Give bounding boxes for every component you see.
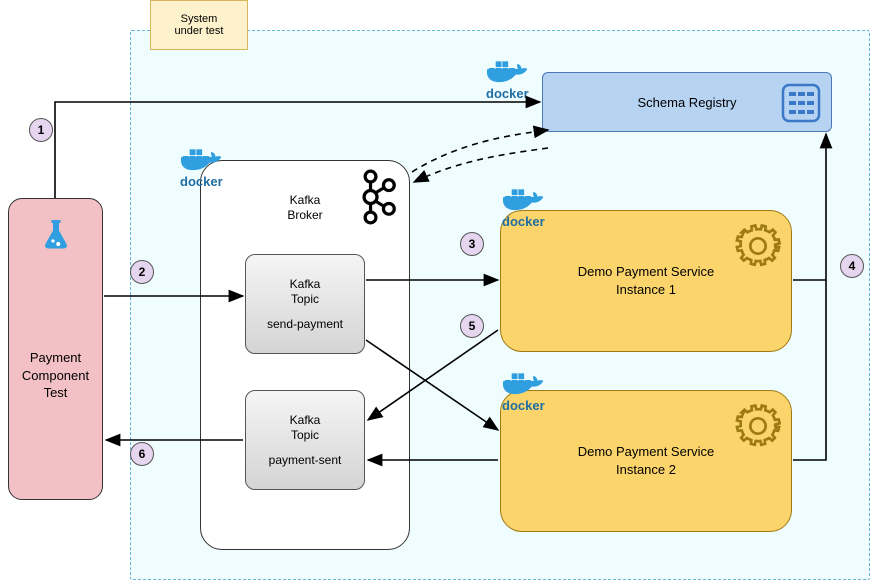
diagram-canvas: System under test Payment Component Test… xyxy=(0,0,881,588)
kafka-topic-send-payment: Kafka Topic send-payment xyxy=(245,254,365,354)
docker-label: docker xyxy=(486,86,529,101)
topic-label: Kafka Topic xyxy=(290,277,321,307)
demo-payment-service-1: Demo Payment Service Instance 1 xyxy=(500,210,792,352)
database-grid-icon xyxy=(781,83,821,123)
topic-name: payment-sent xyxy=(269,453,342,467)
svc1-label: Demo Payment Service Instance 1 xyxy=(578,263,715,298)
kafka-topic-payment-sent: Kafka Topic payment-sent xyxy=(245,390,365,490)
topic-label: Kafka Topic xyxy=(290,413,321,443)
step-badge-3: 3 xyxy=(460,232,484,256)
step-badge-2: 2 xyxy=(130,260,154,284)
kafka-icon xyxy=(355,169,399,225)
step-badge-5: 5 xyxy=(460,314,484,338)
docker-label: docker xyxy=(180,174,223,189)
kafka-broker-box: Kafka Broker xyxy=(200,160,410,550)
gear-icon xyxy=(735,223,781,269)
flask-icon xyxy=(38,217,74,253)
sut-note-text: System under test xyxy=(175,13,224,37)
step-badge-6: 6 xyxy=(130,442,154,466)
schema-registry-box: Schema Registry xyxy=(542,72,832,132)
topic-name: send-payment xyxy=(267,317,343,331)
svc2-label: Demo Payment Service Instance 2 xyxy=(578,443,715,478)
payment-component-test-box: Payment Component Test xyxy=(8,198,103,500)
pct-label: Payment Component Test xyxy=(22,349,89,402)
gear-icon xyxy=(735,403,781,449)
docker-label: docker xyxy=(502,214,545,229)
docker-label: docker xyxy=(502,398,545,413)
schema-registry-label: Schema Registry xyxy=(638,95,737,110)
kafka-broker-label: Kafka Broker xyxy=(287,193,322,223)
step-badge-4: 4 xyxy=(840,254,864,278)
step-badge-1: 1 xyxy=(29,118,53,142)
system-under-test-note: System under test xyxy=(150,0,248,50)
